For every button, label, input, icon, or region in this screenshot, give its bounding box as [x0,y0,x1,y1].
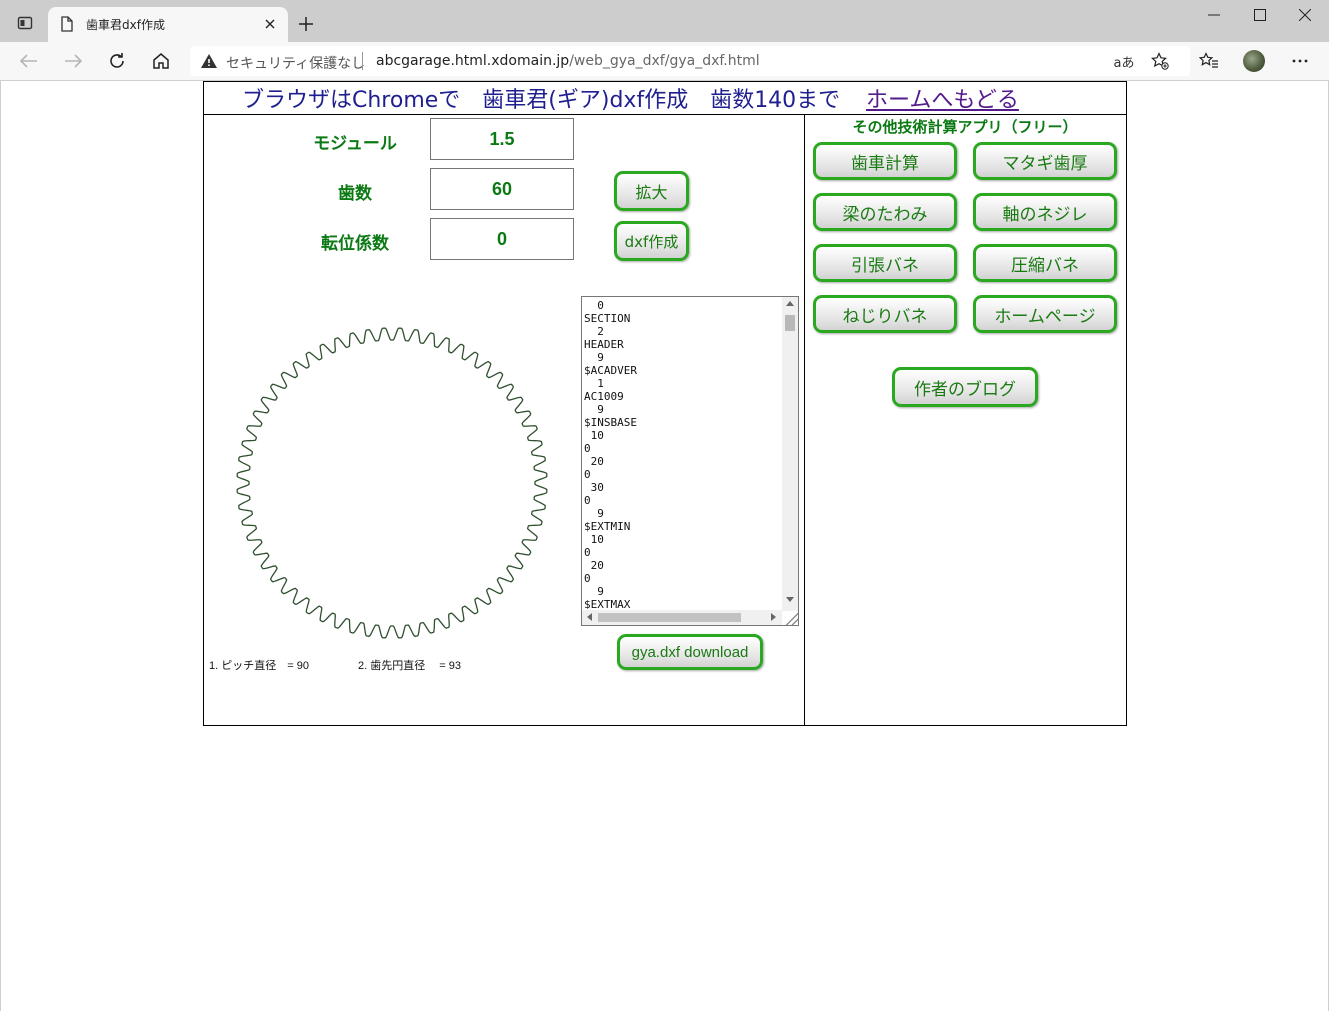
url-separator [362,52,363,70]
home-link[interactable]: ホームへもどる [866,82,1019,114]
horizontal-scroll-thumb[interactable] [598,613,741,622]
security-status[interactable]: セキュリティ保護なし [226,53,365,73]
zoom-button[interactable]: 拡大 [614,171,689,211]
vertical-scroll-thumb[interactable] [785,315,795,331]
dxf-create-button[interactable]: dxf作成 [614,221,689,261]
sidebar-item-beam-deflection[interactable]: 梁のたわみ [813,193,957,231]
browser-tab[interactable]: 歯車君dxf作成 [48,7,288,42]
gear-outline [236,327,548,639]
scroll-up-icon[interactable] [786,301,794,306]
warning-icon [200,53,218,69]
profile-avatar[interactable] [1243,50,1265,72]
scroll-down-icon[interactable] [786,597,794,602]
module-label: モジュール [313,134,397,154]
page-title: ブラウザはChromeで 歯車君(ギア)dxf作成 歯数140まで [242,88,841,113]
reload-icon[interactable] [104,49,130,73]
page-icon [58,15,76,33]
add-favorite-icon[interactable] [1148,51,1172,71]
maximize-icon[interactable] [1246,4,1274,26]
close-tab-icon[interactable] [260,14,280,34]
shift-input[interactable] [430,218,574,260]
scroll-right-icon[interactable] [771,613,776,621]
url-path: /web_gya_dxf/gya_dxf.html [569,53,760,69]
favorites-icon[interactable] [1196,49,1222,73]
new-tab-icon[interactable] [294,12,318,36]
dxf-output-textarea[interactable]: 0 SECTION 2 HEADER 9 $ACADVER 1 AC1009 9… [581,296,799,626]
author-blog-button[interactable]: 作者のブログ [892,367,1038,407]
address-bar[interactable]: セキュリティ保護なし abcgarage.html.xdomain.jp/web… [190,46,1190,76]
module-input[interactable] [430,118,574,160]
tab-title: 歯車君dxf作成 [86,18,165,32]
download-button[interactable]: gya.dxf download [617,634,763,670]
sidebar-title: その他技術計算アプリ（フリー） [852,118,1078,136]
resize-grip-icon[interactable] [784,611,798,625]
more-menu-icon[interactable] [1287,49,1313,73]
teeth-input[interactable] [430,168,574,210]
browser-toolbar: セキュリティ保護なし abcgarage.html.xdomain.jp/web… [0,42,1329,81]
tab-actions-icon[interactable] [14,12,36,34]
dxf-output-text: 0 SECTION 2 HEADER 9 $ACADVER 1 AC1009 9… [584,299,637,609]
read-aloud-icon[interactable]: aあ [1112,51,1136,71]
horizontal-scrollbar[interactable] [582,610,782,625]
sidebar-item-tension-spring[interactable]: 引張バネ [813,244,957,282]
sidebar-item-gear-calc[interactable]: 歯車計算 [813,142,957,180]
vertical-scrollbar[interactable] [782,297,798,611]
sidebar-item-homepage[interactable]: ホームページ [973,295,1117,333]
forward-icon[interactable] [60,49,86,73]
page-border-left [0,81,1,1011]
url-domain: abcgarage.html.xdomain.jp [376,53,570,69]
pitch-diameter-result: 1. ピッチ直径 = 90 [209,660,309,672]
sidebar-item-compression-spring[interactable]: 圧縮バネ [973,244,1117,282]
scroll-left-icon[interactable] [587,613,592,621]
shift-label: 転位係数 [321,234,389,254]
close-window-icon[interactable] [1291,4,1319,26]
minimize-icon[interactable] [1200,4,1228,26]
back-icon[interactable] [16,49,42,73]
home-icon[interactable] [148,49,174,73]
url-text[interactable]: abcgarage.html.xdomain.jp/web_gya_dxf/gy… [376,53,760,69]
sidebar-item-torsion-spring[interactable]: ねじりバネ [813,295,957,333]
browser-titlebar: 歯車君dxf作成 [0,0,1329,42]
tip-diameter-result: 2. 歯先円直径 = 93 [358,660,462,672]
teeth-label: 歯数 [338,184,372,204]
sidebar-item-span-thickness[interactable]: マタギ歯厚 [973,142,1117,180]
sidebar-item-shaft-torsion[interactable]: 軸のネジレ [973,193,1117,231]
gear-drawing [236,327,548,639]
